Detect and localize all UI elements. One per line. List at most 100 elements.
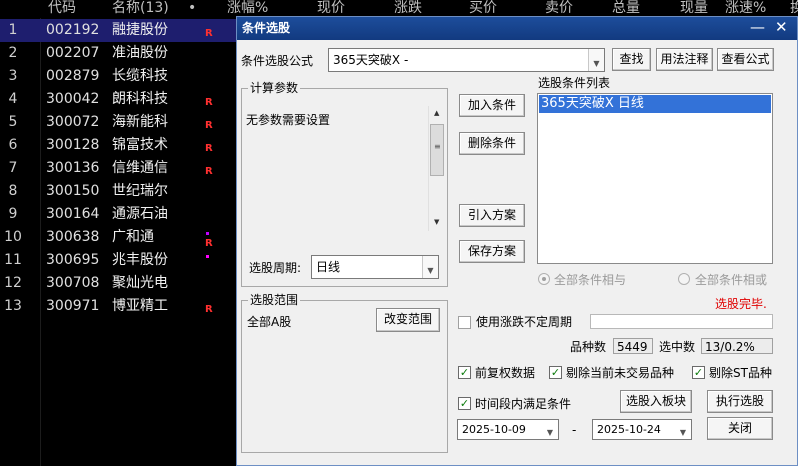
col-change[interactable]: 涨跌 bbox=[394, 0, 422, 17]
conditions-list[interactable]: 365天突破X 日线 bbox=[537, 93, 773, 264]
minimize-icon[interactable]: — bbox=[750, 18, 765, 36]
table-row[interactable]: 5 300072 海新能科 R bbox=[0, 111, 236, 134]
uncertain-period-checkbox[interactable] bbox=[458, 316, 471, 329]
stock-name: 通源石油 bbox=[112, 206, 168, 222]
chevron-down-icon: ▼ bbox=[675, 420, 691, 439]
execute-button[interactable]: 执行选股 bbox=[707, 390, 773, 413]
close-button[interactable]: 关闭 bbox=[707, 417, 773, 440]
stock-screener-dialog: 条件选股 — ✕ 条件选股公式 365天突破X - ▼ 查找 用法注释 查看公式… bbox=[236, 16, 798, 466]
stock-code: 300072 bbox=[46, 114, 100, 130]
exclude-untraded-checkbox[interactable]: ✓ bbox=[549, 366, 562, 379]
period-select[interactable]: 日线 ▼ bbox=[311, 255, 439, 279]
margin-mark: R bbox=[205, 97, 213, 108]
chevron-down-icon: ▼ bbox=[422, 256, 438, 278]
row-index: 3 bbox=[8, 68, 18, 84]
margin-mark: R bbox=[205, 304, 213, 315]
stock-code: 300638 bbox=[46, 229, 100, 245]
radio-all-or-label: 全部条件相或 bbox=[695, 273, 768, 287]
close-icon[interactable]: ✕ bbox=[775, 18, 788, 36]
date-from-value: 2025-10-09 bbox=[462, 423, 526, 436]
margin-mark: R bbox=[205, 143, 213, 154]
dialog-title: 条件选股 bbox=[242, 21, 291, 35]
date-to-value: 2025-10-24 bbox=[597, 423, 661, 436]
stock-code: 300708 bbox=[46, 275, 100, 291]
stock-name: 聚灿光电 bbox=[112, 275, 168, 291]
col-name[interactable]: 名称(13) bbox=[112, 0, 169, 17]
table-row[interactable]: 11 300695 兆丰股份 bbox=[0, 249, 236, 272]
table-row[interactable]: 1 002192 融捷股份 R bbox=[0, 19, 236, 42]
selected-label: 选中数 bbox=[659, 340, 696, 354]
date-from-picker[interactable]: 2025-10-09 ▼ bbox=[457, 419, 559, 440]
formula-select[interactable]: 365天突破X - ▼ bbox=[328, 48, 605, 72]
exclude-untraded-label: 剔除当前未交易品种 bbox=[566, 366, 675, 380]
row-index: 12 bbox=[4, 275, 22, 291]
params-group: 计算参数 无参数需要设置 ▲ ≡ ▼ 选股周期: 日线 ▼ bbox=[241, 80, 448, 287]
stock-name: 信维通信 bbox=[112, 160, 168, 176]
scope-text: 全部A股 bbox=[247, 315, 292, 329]
stock-name: 博亚精工 bbox=[112, 298, 168, 314]
margin-mark: R bbox=[205, 28, 213, 39]
table-row[interactable]: 2 002207 准油股份 bbox=[0, 42, 236, 65]
import-plan-button[interactable]: 引入方案 bbox=[459, 204, 525, 227]
col-ask[interactable]: 卖价 bbox=[545, 0, 573, 17]
col-turnover[interactable]: 换 bbox=[790, 0, 798, 17]
dialog-titlebar[interactable]: 条件选股 — ✕ bbox=[237, 17, 797, 40]
uncertain-period-input[interactable] bbox=[590, 314, 773, 329]
col-last-volume[interactable]: 现量 bbox=[680, 0, 708, 17]
exclude-st-checkbox[interactable]: ✓ bbox=[692, 366, 705, 379]
save-plan-button[interactable]: 保存方案 bbox=[459, 240, 525, 263]
table-row[interactable]: 9 300164 通源石油 bbox=[0, 203, 236, 226]
row-index: 10 bbox=[4, 229, 22, 245]
col-volume[interactable]: 总量 bbox=[612, 0, 640, 17]
adjust-checkbox[interactable]: ✓ bbox=[458, 366, 471, 379]
table-row[interactable]: 8 300150 世纪瑞尔 bbox=[0, 180, 236, 203]
scrollbar-thumb[interactable]: ≡ bbox=[430, 124, 444, 176]
col-price[interactable]: 现价 bbox=[317, 0, 345, 17]
select-to-block-button[interactable]: 选股入板块 bbox=[620, 390, 692, 413]
change-scope-button[interactable]: 改变范围 bbox=[376, 308, 440, 332]
scroll-down-icon[interactable]: ▼ bbox=[434, 218, 439, 226]
scope-group: 选股范围 全部A股 改变范围 bbox=[241, 292, 448, 453]
row-index: 6 bbox=[8, 137, 18, 153]
row-index: 1 bbox=[8, 22, 18, 38]
view-formula-button[interactable]: 查看公式 bbox=[717, 48, 774, 71]
col-dot[interactable]: • bbox=[188, 0, 196, 17]
table-row[interactable]: 4 300042 朗科科技 R bbox=[0, 88, 236, 111]
col-change-pct[interactable]: 涨幅% bbox=[227, 0, 268, 17]
table-row[interactable]: 12 300708 聚灿光电 bbox=[0, 272, 236, 295]
formula-value: 365天突破X - bbox=[333, 53, 409, 67]
table-row[interactable]: 3 002879 长缆科技 bbox=[0, 65, 236, 88]
date-to-picker[interactable]: 2025-10-24 ▼ bbox=[592, 419, 692, 440]
stock-code: 300136 bbox=[46, 160, 100, 176]
col-code[interactable]: 代码 bbox=[48, 0, 76, 17]
radio-all-and[interactable] bbox=[538, 273, 550, 285]
row-index: 8 bbox=[8, 183, 18, 199]
scroll-up-icon[interactable]: ▲ bbox=[434, 109, 439, 117]
col-bid[interactable]: 买价 bbox=[469, 0, 497, 17]
table-row[interactable]: 10 300638 广和通 R bbox=[0, 226, 236, 249]
params-scrollbar[interactable]: ▲ ≡ ▼ bbox=[428, 106, 445, 231]
col-speed[interactable]: 涨速% bbox=[725, 0, 766, 17]
table-row[interactable]: 7 300136 信维通信 R bbox=[0, 157, 236, 180]
status-text: 选股完毕. bbox=[715, 297, 767, 311]
usage-notes-button[interactable]: 用法注释 bbox=[656, 48, 713, 71]
row-index: 4 bbox=[8, 91, 18, 107]
stock-name: 锦富技术 bbox=[112, 137, 168, 153]
find-button[interactable]: 查找 bbox=[612, 48, 651, 71]
list-item[interactable]: 365天突破X 日线 bbox=[539, 95, 771, 113]
add-condition-button[interactable]: 加入条件 bbox=[459, 94, 525, 117]
stock-name: 融捷股份 bbox=[112, 22, 168, 38]
stock-name: 长缆科技 bbox=[112, 68, 168, 84]
stock-code: 300042 bbox=[46, 91, 100, 107]
table-row[interactable]: 6 300128 锦富技术 R bbox=[0, 134, 236, 157]
radio-all-or[interactable] bbox=[678, 273, 690, 285]
stock-name: 兆丰股份 bbox=[112, 252, 168, 268]
time-condition-checkbox[interactable]: ✓ bbox=[458, 397, 471, 410]
table-row[interactable]: 13 300971 博亚精工 R bbox=[0, 295, 236, 318]
stock-code: 300695 bbox=[46, 252, 100, 268]
stock-name: 广和通 bbox=[112, 229, 154, 245]
delete-condition-button[interactable]: 删除条件 bbox=[459, 132, 525, 155]
row-index: 9 bbox=[8, 206, 18, 222]
row-index: 2 bbox=[8, 45, 18, 61]
params-text: 无参数需要设置 bbox=[246, 113, 331, 127]
